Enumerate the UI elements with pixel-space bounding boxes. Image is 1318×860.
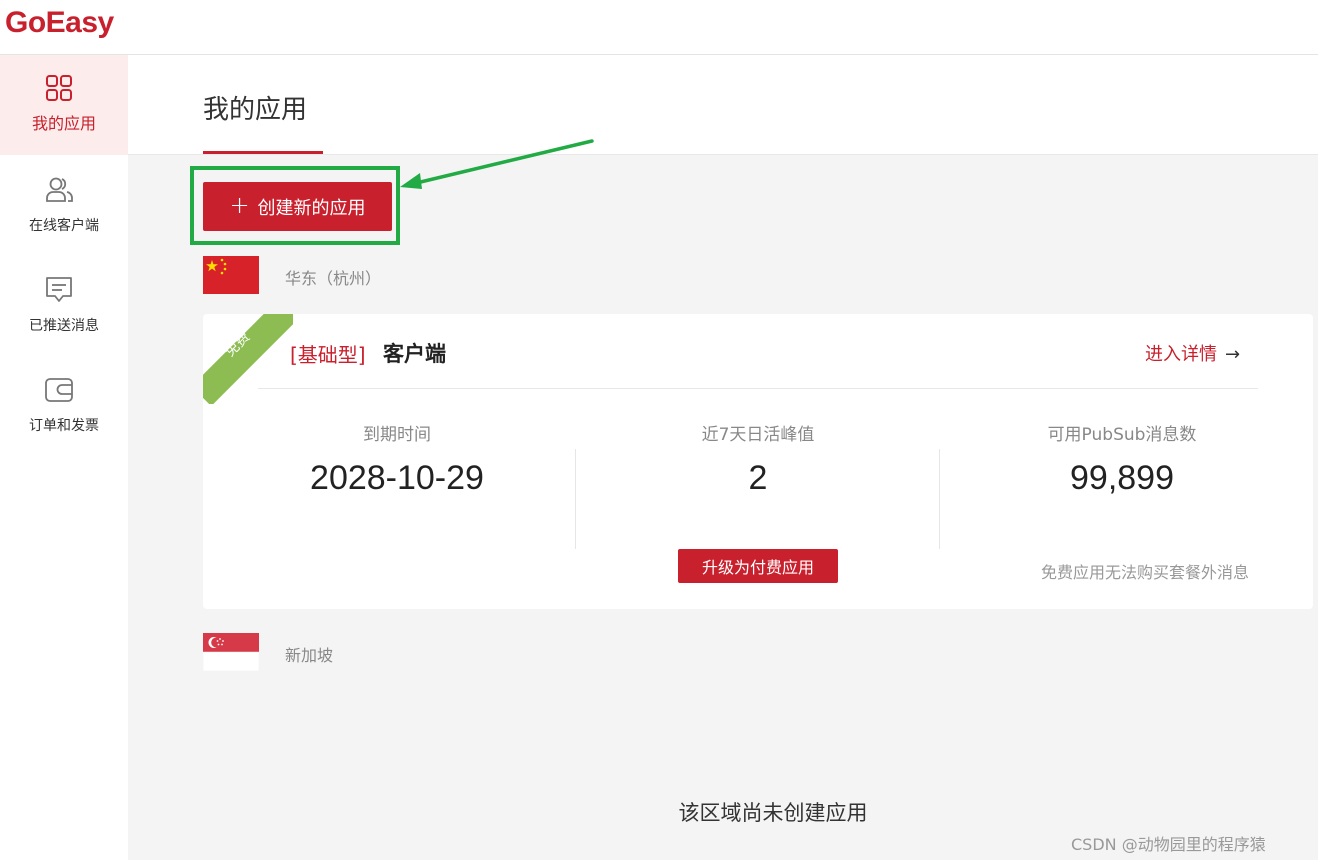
page-title: 我的应用 <box>203 95 308 125</box>
grid-icon <box>46 75 72 101</box>
china-flag-icon <box>203 256 259 294</box>
stat-dau-peak: 近7天日活峰值 2 <box>576 420 940 498</box>
sidebar-item-orders-invoices[interactable]: 订单和发票 <box>0 355 128 455</box>
detail-link-label: 进入详情 <box>1145 344 1217 365</box>
detail-link[interactable]: 进入详情 → <box>1145 340 1240 366</box>
app-type: [基础型] <box>290 343 366 367</box>
sidebar-item-my-apps[interactable]: 我的应用 <box>0 55 128 155</box>
stat-label: 可用PubSub消息数 <box>1047 425 1197 445</box>
upgrade-button[interactable]: 升级为付费应用 <box>678 549 838 583</box>
main-content: 我的应用 + 创建新的应用 华东（杭州） 免费 [基础型] 客户端 进入详情→ <box>128 55 1318 860</box>
annotation-arrow <box>400 139 594 189</box>
top-bar: GoEasy <box>0 0 1318 55</box>
arrow-right-icon: → <box>1225 344 1241 365</box>
sidebar-item-label: 在线客户端 <box>29 218 99 234</box>
stat-value: 2 <box>748 459 768 497</box>
stat-value: 99,899 <box>1070 459 1174 497</box>
stat-label: 到期时间 <box>363 425 431 445</box>
sidebar-item-label: 订单和发票 <box>29 418 99 434</box>
singapore-flag-icon <box>203 633 259 671</box>
watermark: CSDN @动物园里的程序猿 <box>1071 835 1266 854</box>
stat-label: 近7天日活峰值 <box>701 425 815 445</box>
logo[interactable]: GoEasy <box>5 6 114 40</box>
message-icon <box>46 277 72 302</box>
card-divider <box>258 388 1258 389</box>
sidebar-item-label: 已推送消息 <box>29 318 99 334</box>
wallet-icon <box>45 378 73 402</box>
page-header: 我的应用 <box>128 55 1318 155</box>
highlight-box <box>190 166 400 245</box>
sidebar-item-label: 我的应用 <box>31 114 96 133</box>
stat-expiry: 到期时间 2028-10-29 <box>215 420 579 498</box>
sidebar-item-online-clients[interactable]: 在线客户端 <box>0 155 128 255</box>
stat-pubsub: 可用PubSub消息数 99,899 <box>940 420 1304 498</box>
empty-region-message: 该区域尚未创建应用 <box>678 801 868 825</box>
users-icon <box>46 177 73 202</box>
purchase-note: 免费应用无法购买套餐外消息 <box>1040 563 1249 582</box>
region-name: 华东（杭州） <box>285 269 382 288</box>
app-card: 免费 [基础型] 客户端 进入详情 → 到期时间 2028-10-29 近7天日活… <box>203 314 1313 609</box>
stat-value: 2028-10-29 <box>310 459 484 497</box>
free-badge: 免费 <box>203 314 293 404</box>
sidebar-item-pushed-messages[interactable]: 已推送消息 <box>0 255 128 355</box>
sidebar: 我的应用 在线客户端 已推送消息 订单和发票 <box>0 55 128 860</box>
region-name: 新加坡 <box>285 646 334 665</box>
title-underline <box>203 151 323 154</box>
app-name: 客户端 <box>383 342 446 366</box>
